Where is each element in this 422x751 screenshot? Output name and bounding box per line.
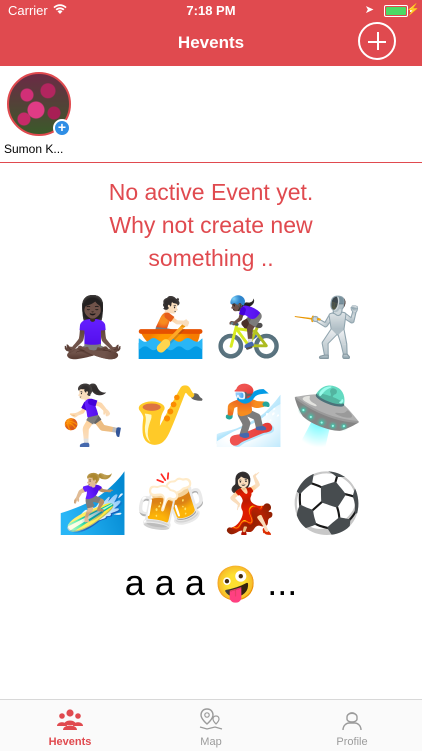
friend-item[interactable]: + Sumon K...: [4, 70, 78, 158]
emoji-yoga: 🧘🏿‍♀️: [56, 295, 130, 360]
friend-name: Sumon K...: [4, 142, 64, 156]
tagline-text-before: a a a: [124, 562, 205, 603]
emoji-snowboard: 🏂🏿: [212, 383, 286, 448]
tab-label-hevents: Hevents: [48, 736, 92, 748]
status-time: 7:18 PM: [186, 3, 236, 18]
emoji-soccer-ball: ⚽: [290, 471, 364, 536]
emoji-dancer: 💃🏻: [212, 471, 286, 536]
nav-bar: Hevents: [0, 20, 422, 66]
profile-person-icon: [342, 712, 362, 731]
tagline-text-after: ...: [267, 562, 298, 603]
emoji-beers: 🍻: [134, 471, 208, 536]
tab-map[interactable]: Map: [141, 700, 281, 751]
tab-label-profile: Profile: [336, 736, 368, 748]
people-group-icon: [57, 709, 83, 730]
emoji-grid: 🧘🏿‍♀️ 🚣🏻 🚴🏿‍♀️ 🤺 ⛹🏻‍♀️ 🎷 🏂🏿 🛸 🏄🏼‍♀️ 🍻 💃🏻…: [56, 290, 368, 542]
add-event-button[interactable]: [358, 22, 396, 60]
emoji-saxophone: 🎷: [134, 383, 208, 448]
tagline: a a a 🤪 ...: [0, 562, 422, 604]
charging-bolt-icon: ⚡: [406, 4, 420, 16]
empty-state-line-2: Why not create new: [109, 212, 313, 238]
tab-label-map: Map: [200, 736, 222, 748]
emoji-rowing: 🚣🏻: [134, 295, 208, 360]
tab-hevents[interactable]: Hevents: [0, 700, 140, 751]
map-pin-icon: [199, 708, 223, 730]
emoji-basketball: ⛹🏻‍♀️: [56, 383, 130, 448]
emoji-cycling: 🚴🏿‍♀️: [212, 295, 286, 360]
friends-strip[interactable]: + Sumon K...: [0, 66, 422, 163]
empty-state-message: No active Event yet. Why not create new …: [40, 176, 382, 275]
zany-face-icon: 🤪: [214, 565, 258, 603]
emoji-ufo: 🛸: [290, 383, 364, 448]
tab-profile[interactable]: Profile: [282, 700, 422, 751]
tab-bar: Hevents Map Profile: [0, 699, 422, 751]
location-arrow-icon: ➤: [364, 4, 374, 16]
empty-state-line-3: something ..: [148, 245, 274, 271]
add-badge-icon[interactable]: +: [53, 119, 71, 137]
emoji-surfing: 🏄🏼‍♀️: [56, 471, 130, 536]
emoji-fencing: 🤺: [290, 295, 364, 360]
battery-icon: [384, 5, 408, 17]
empty-state-line-1: No active Event yet.: [108, 179, 314, 205]
status-bar: Carrier 7:18 PM ➤ ⚡: [0, 0, 422, 20]
